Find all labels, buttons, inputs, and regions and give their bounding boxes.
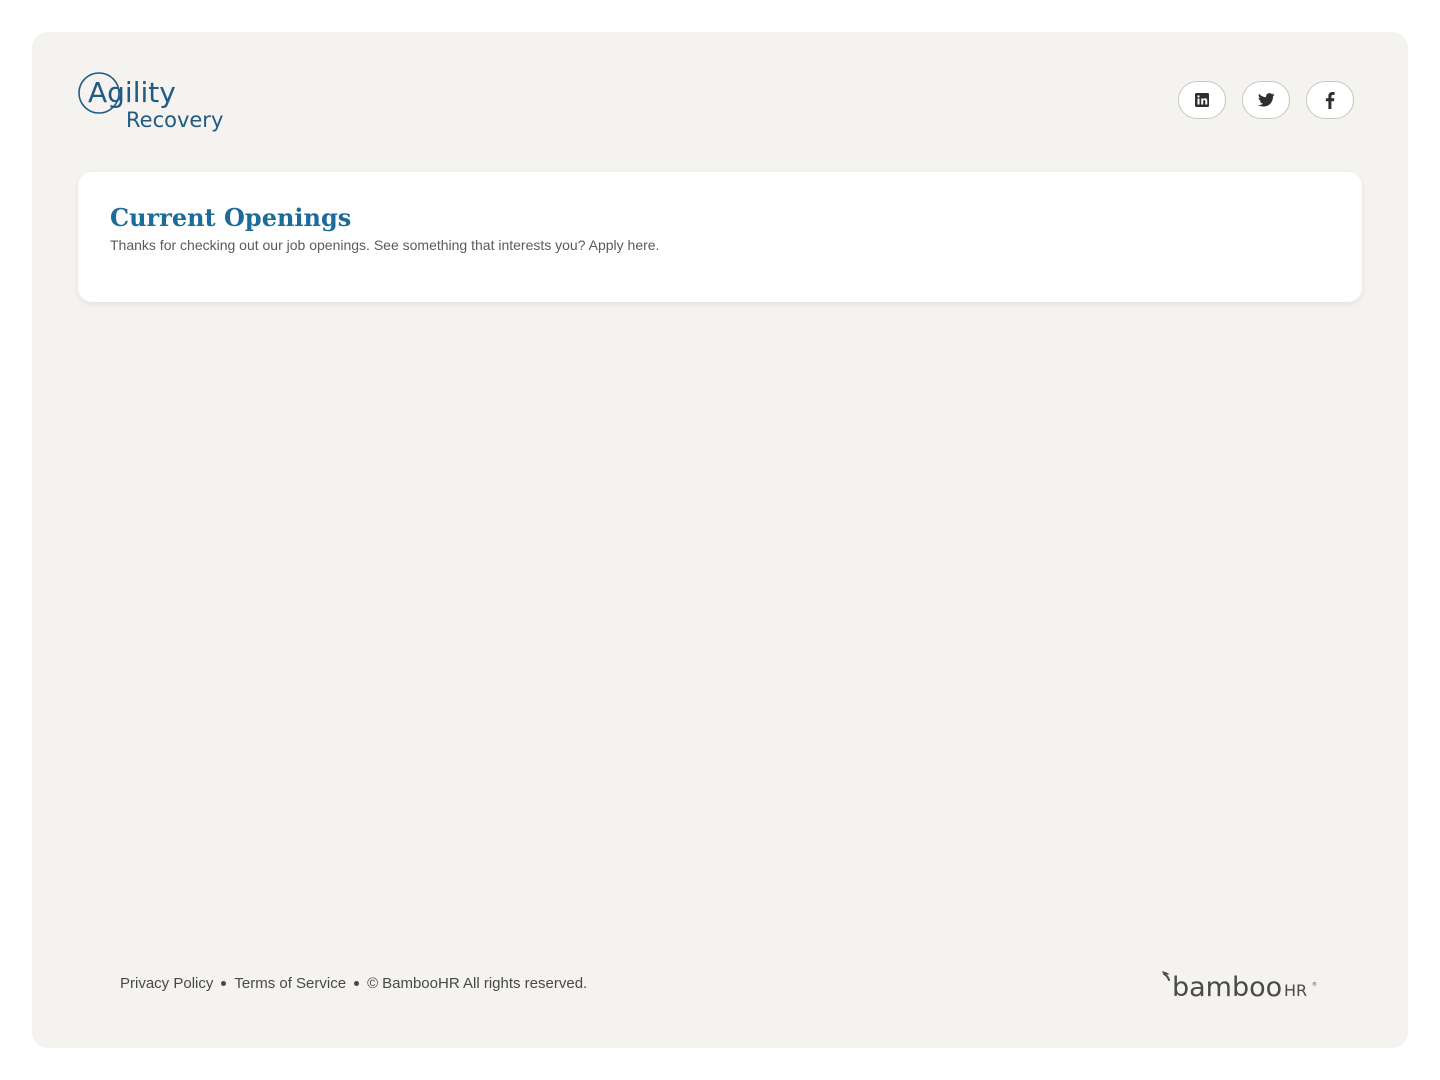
social-links bbox=[1178, 81, 1354, 119]
linkedin-button[interactable] bbox=[1178, 81, 1226, 119]
page-frame: Agility Recovery Current Openings Thanks… bbox=[32, 32, 1408, 1048]
copyright-icon: © bbox=[367, 975, 379, 992]
logo-line2: Recovery bbox=[126, 108, 223, 132]
page-title: Current Openings bbox=[110, 203, 352, 232]
current-openings-card: Current Openings Thanks for checking out… bbox=[78, 172, 1362, 302]
copyright-text: BambooHR All rights reserved. bbox=[382, 975, 588, 992]
svg-text:®: ® bbox=[1312, 981, 1317, 988]
page-subtitle: Thanks for checking out our job openings… bbox=[110, 237, 660, 253]
footer: Privacy Policy Terms of Service © Bamboo… bbox=[120, 968, 1320, 1008]
separator-dot bbox=[221, 981, 227, 986]
bamboohr-logo[interactable]: bamboo HR ® bbox=[1160, 968, 1320, 1003]
logo-line1: Agility bbox=[88, 76, 176, 109]
bamboohr-wordmark: bamboo bbox=[1172, 972, 1282, 1002]
header: Agility Recovery bbox=[78, 70, 1354, 136]
terms-of-service-link[interactable]: Terms of Service bbox=[234, 975, 346, 992]
twitter-icon bbox=[1257, 93, 1275, 107]
privacy-policy-link[interactable]: Privacy Policy bbox=[120, 975, 213, 992]
facebook-button[interactable] bbox=[1306, 81, 1354, 119]
footer-links: Privacy Policy Terms of Service © Bamboo… bbox=[120, 975, 587, 992]
agility-recovery-logo[interactable]: Agility Recovery bbox=[78, 70, 238, 136]
facebook-icon bbox=[1325, 91, 1335, 109]
linkedin-icon bbox=[1194, 92, 1210, 108]
separator-dot bbox=[354, 981, 360, 986]
bamboohr-suffix: HR bbox=[1284, 981, 1307, 1000]
twitter-button[interactable] bbox=[1242, 81, 1290, 119]
